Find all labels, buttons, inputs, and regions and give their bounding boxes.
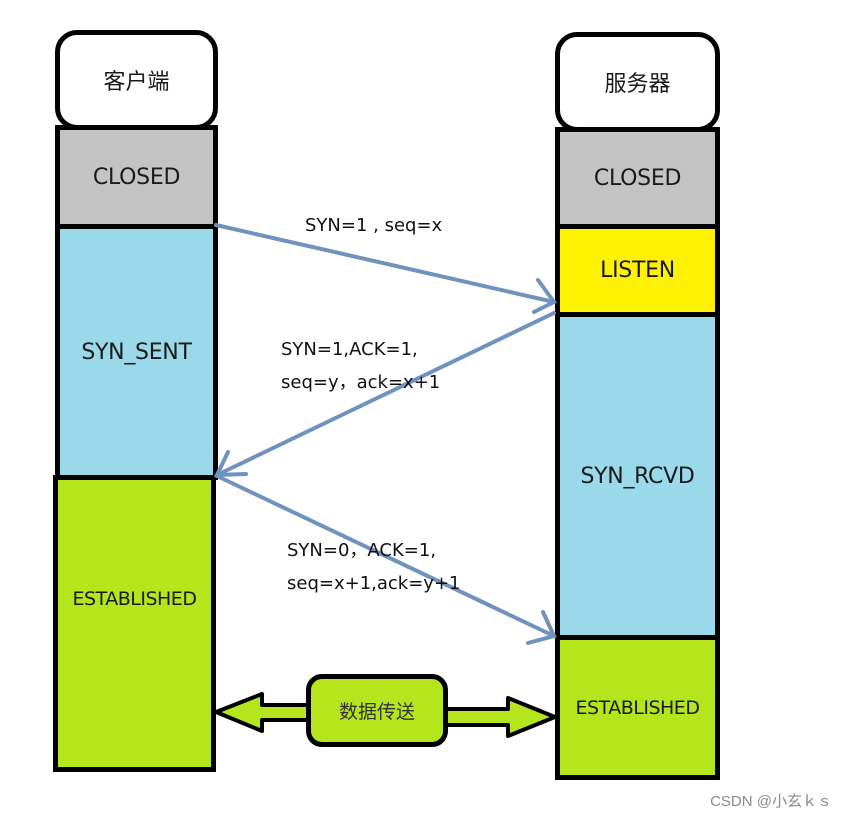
message-syn-ack-line-1: SYN=1,ACK=1, bbox=[281, 339, 418, 360]
message-ack-line-1: SYN=0，ACK=1, bbox=[287, 540, 437, 561]
message-syn-line-1: SYN=1 , seq=x bbox=[305, 215, 443, 236]
message-ack-line-2: seq=x+1,ack=y+1 bbox=[287, 573, 461, 594]
message-syn-ack: SYN=1,ACK=1, seq=y，ack=x+1 bbox=[281, 332, 440, 398]
message-syn: SYN=1 , seq=x bbox=[305, 211, 442, 241]
data-transfer-label-box: 数据传送 bbox=[306, 674, 448, 747]
message-ack: SYN=0，ACK=1, seq=x+1,ack=y+1 bbox=[287, 533, 461, 599]
data-transfer-label: 数据传送 bbox=[338, 701, 415, 723]
data-transfer-arrow-right bbox=[443, 696, 557, 738]
watermark: CSDN @小玄ｋｓ bbox=[710, 793, 832, 810]
message-syn-ack-line-2: seq=y，ack=x+1 bbox=[281, 372, 441, 393]
data-transfer-arrow-left bbox=[214, 692, 312, 733]
